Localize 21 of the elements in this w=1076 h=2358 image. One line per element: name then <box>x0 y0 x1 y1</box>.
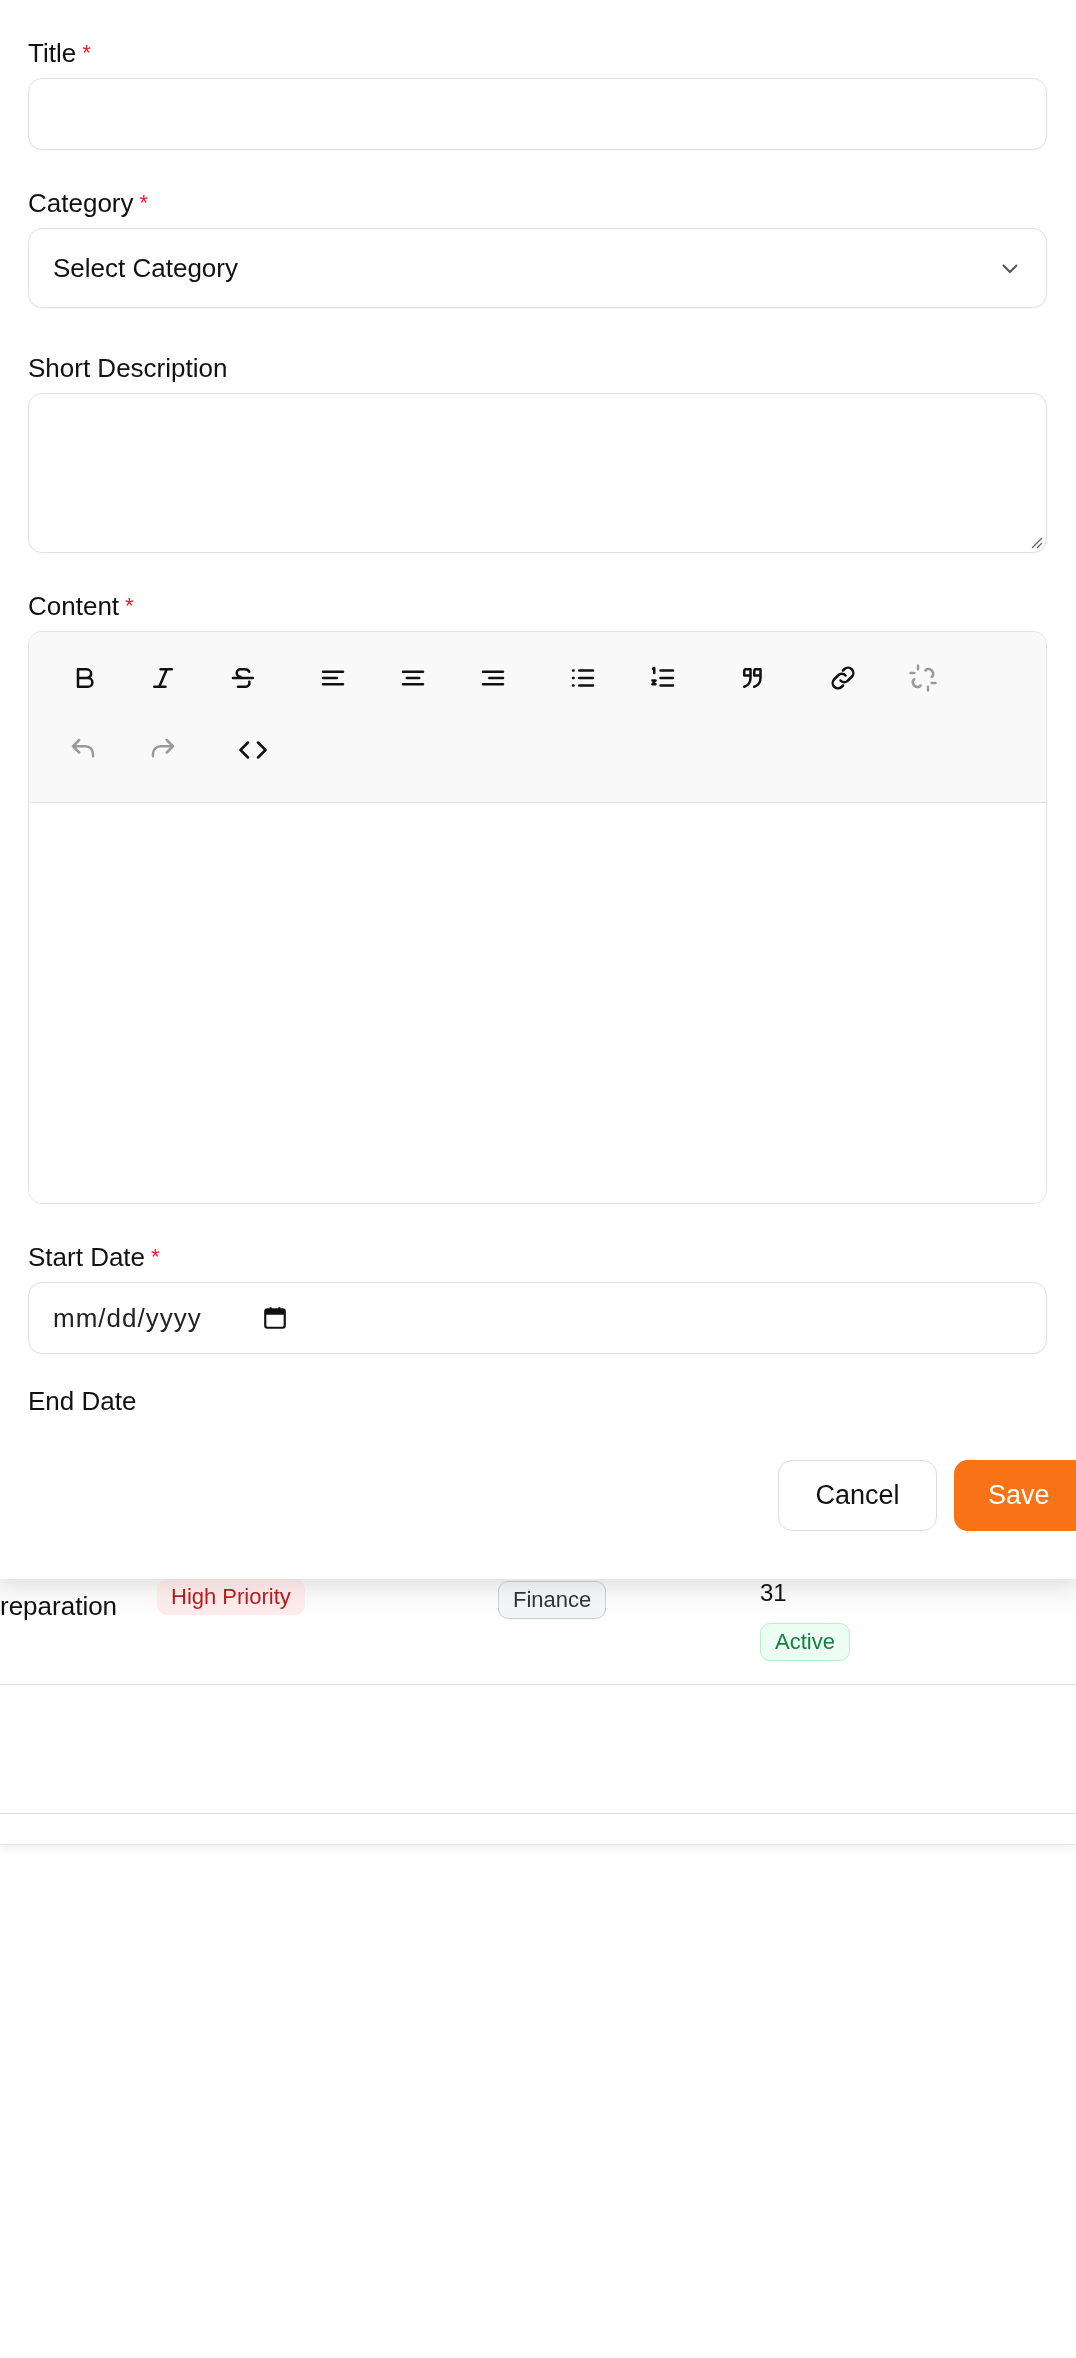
cancel-button[interactable]: Cancel <box>778 1460 937 1531</box>
required-mark: * <box>125 593 134 618</box>
date-input[interactable]: mm/dd/yyyy <box>28 1282 1047 1354</box>
required-mark: * <box>82 40 91 65</box>
field-label: End Date <box>28 1386 137 1416</box>
status-badge: Active <box>760 1623 850 1661</box>
category-select[interactable]: Select Category <box>28 228 1047 308</box>
title-input[interactable] <box>28 78 1047 150</box>
resize-grip-icon[interactable] <box>1029 535 1043 549</box>
required-mark: * <box>139 190 149 215</box>
field-label: Start Date <box>28 1242 146 1272</box>
field-label: Category <box>28 188 134 218</box>
priority-badge: High Priority <box>157 1579 305 1615</box>
calendar-icon[interactable] <box>261 1305 288 1331</box>
category-badge: Finance <box>498 1581 607 1619</box>
field-label: Title <box>28 38 77 68</box>
task-title: reparation <box>0 1591 118 1622</box>
date-text: 31 <box>760 1579 787 1607</box>
required-mark: * <box>151 1244 160 1269</box>
field-label: Content <box>28 591 120 621</box>
field-label: Short Description <box>28 353 228 383</box>
